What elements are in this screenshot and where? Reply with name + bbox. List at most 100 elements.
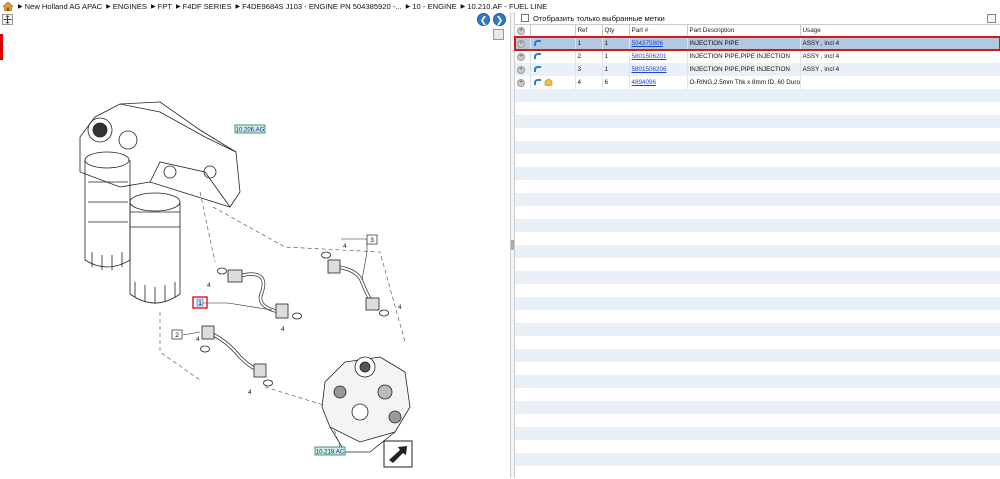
fuel-filter-assembly	[79, 101, 241, 304]
parts-table: + Ref Qty Part # Part Description Usage …	[514, 25, 1000, 89]
add-to-cart-icon[interactable]: +	[517, 52, 525, 61]
col-header-qty[interactable]: Qty	[602, 25, 630, 38]
cell-qty: 1	[602, 50, 630, 63]
empty-rows-area	[515, 89, 1000, 479]
callout-3[interactable]: 3	[366, 234, 378, 245]
empty-row	[515, 362, 1000, 375]
cell-usage: ASSY , incl 4	[800, 50, 1000, 63]
breadcrumb-item[interactable]: 10.210.AF - FUEL LINE	[467, 2, 547, 11]
info-icon[interactable]	[533, 65, 542, 73]
parts-list-pane: Отобразить только выбранные метки + Ref …	[514, 12, 1000, 479]
info-icon[interactable]	[533, 39, 542, 47]
empty-row	[515, 180, 1000, 193]
table-row[interactable]: + 3 1 5801506206 INJECTION PIPE,PIPE INJ…	[515, 63, 1000, 76]
info-icon[interactable]	[533, 52, 542, 60]
diagram-pane: ❮ ❯ 10.206.AG 10.218.AC 1 2 3 4 4 4 4 4 …	[0, 12, 510, 478]
cell-qty: 6	[602, 76, 630, 89]
expand-all-header[interactable]: +	[515, 25, 531, 38]
cell-ref: 4	[575, 76, 603, 89]
empty-row	[515, 349, 1000, 362]
callout-4[interactable]: 4	[248, 389, 252, 396]
ref-tag-top-label: 10.206.AG	[236, 128, 265, 134]
callout-2[interactable]: 2	[171, 329, 183, 340]
empty-row	[515, 271, 1000, 284]
part-number-link[interactable]: 5801506201	[632, 53, 667, 60]
part-number-link[interactable]: 504375906	[632, 40, 664, 47]
empty-row	[515, 206, 1000, 219]
empty-row	[515, 388, 1000, 401]
breadcrumb-item[interactable]: F4DF SERIES	[183, 2, 232, 11]
cell-ref: 3	[575, 63, 603, 76]
splitter-grip[interactable]	[511, 240, 514, 250]
breadcrumb-arrow-icon: ▶	[235, 3, 241, 10]
selected-only-label: Отобразить только выбранные метки	[533, 13, 665, 23]
callout-3-label: 3	[370, 237, 374, 244]
empty-row	[515, 128, 1000, 141]
cell-qty: 1	[602, 63, 630, 76]
table-row[interactable]: + 1 1 504375906 INJECTION PIPE ASSY , in…	[514, 36, 1000, 51]
empty-row	[515, 427, 1000, 440]
callout-4[interactable]: 4	[343, 243, 347, 250]
add-to-cart-icon[interactable]: +	[517, 65, 525, 74]
breadcrumb-item[interactable]: 10 - ENGINE	[412, 2, 456, 11]
empty-row	[515, 232, 1000, 245]
cell-ref: 2	[575, 50, 603, 63]
breadcrumb-arrow-icon: ▶	[18, 3, 23, 10]
empty-row	[515, 219, 1000, 232]
callout-4[interactable]: 4	[398, 304, 402, 311]
ref-tag-top[interactable]: 10.206.AG	[234, 124, 266, 134]
empty-row	[515, 141, 1000, 154]
breadcrumb-item[interactable]: FPT	[158, 2, 172, 11]
navigate-arrow-icon[interactable]	[383, 440, 413, 468]
exploded-parts-diagram: 10.206.AG 10.218.AC 1 2 3 4 4 4 4 4 4	[79, 101, 413, 468]
breadcrumb-arrow-icon: ▶	[175, 3, 181, 10]
empty-row	[515, 193, 1000, 206]
col-header-usage[interactable]: Usage	[800, 25, 1000, 38]
col-header-part[interactable]: Part #	[629, 25, 688, 38]
breadcrumb-arrow-icon: ▶	[405, 3, 411, 10]
col-header-description[interactable]: Part Description	[687, 25, 801, 38]
info-icon[interactable]	[533, 78, 542, 86]
add-to-cart-icon[interactable]: +	[517, 39, 525, 48]
kit-box-icon[interactable]	[544, 78, 553, 86]
table-row[interactable]: + 2 1 5801506201 INJECTION PIPE,PIPE INJ…	[515, 50, 1000, 63]
callout-4[interactable]: 4	[196, 336, 200, 343]
cell-qty: 1	[602, 37, 630, 50]
callout-2-label: 2	[175, 332, 179, 339]
breadcrumb-item[interactable]: F4DE9684S J103 - ENGINE PN 504385920 -..…	[242, 2, 402, 11]
breadcrumb-item[interactable]: New Holland AG APAC	[25, 2, 103, 11]
empty-row	[515, 284, 1000, 297]
empty-row	[515, 115, 1000, 128]
breadcrumb-item[interactable]: ENGINES	[113, 2, 147, 11]
injection-pipe-2	[200, 325, 273, 387]
cell-description: INJECTION PIPE,PIPE INJECTION	[687, 63, 801, 76]
ref-tag-bottom-label: 10.218.AC	[316, 450, 345, 456]
add-to-cart-icon[interactable]: +	[517, 78, 525, 87]
export-icon[interactable]	[987, 14, 996, 23]
callout-1[interactable]: 1	[192, 296, 208, 309]
injection-pipe-3	[321, 251, 389, 317]
cell-usage: ASSY , incl 4	[800, 37, 1000, 50]
empty-row	[515, 167, 1000, 180]
col-header-ref[interactable]: Ref	[575, 25, 603, 38]
breadcrumb-arrow-icon: ▶	[106, 3, 111, 10]
empty-row	[515, 336, 1000, 349]
part-number-link[interactable]: 4894096	[632, 79, 657, 86]
injection-pipe-1	[217, 267, 302, 320]
ref-tag-bottom[interactable]: 10.218.AC	[314, 446, 346, 456]
part-number-link[interactable]: 5801506206	[632, 66, 667, 73]
cell-usage: ASSY , incl 4	[800, 63, 1000, 76]
callout-4[interactable]: 4	[281, 326, 285, 333]
plus-icon: +	[517, 26, 525, 35]
callout-4[interactable]: 4	[207, 282, 211, 289]
empty-row	[515, 466, 1000, 479]
table-row[interactable]: + 4 6 4894096 O-RING,2.5mm Thk x 8mm ID,…	[515, 76, 1000, 89]
empty-row	[515, 89, 1000, 102]
cell-description: INJECTION PIPE,PIPE INJECTION	[687, 50, 801, 63]
cell-ref: 1	[575, 37, 603, 50]
breadcrumb: ▶ New Holland AG APAC ▶ ENGINES ▶ FPT ▶ …	[0, 0, 1000, 12]
icons-header	[530, 25, 576, 38]
home-icon[interactable]	[3, 1, 13, 11]
selected-only-checkbox[interactable]	[521, 14, 529, 22]
empty-row	[515, 453, 1000, 466]
